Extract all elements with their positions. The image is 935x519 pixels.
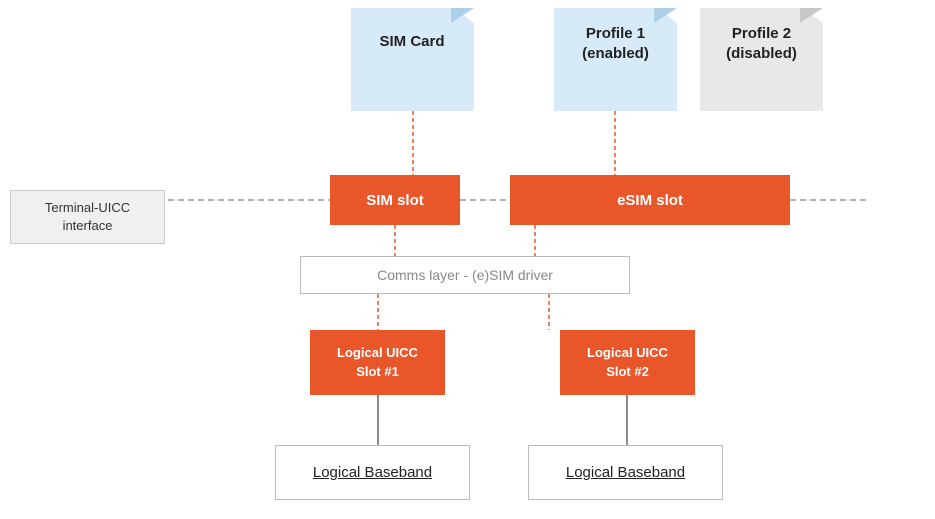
sim-slot-label: SIM slot bbox=[366, 192, 424, 209]
esim-slot-box: eSIM slot bbox=[510, 175, 790, 225]
esim-slot-label: eSIM slot bbox=[617, 192, 683, 209]
logical-baseband1-box: Logical Baseband bbox=[275, 445, 470, 500]
logical-uicc-slot2-box: Logical UICCSlot #2 bbox=[560, 330, 695, 395]
sim-slot-box: SIM slot bbox=[330, 175, 460, 225]
profile1-corner bbox=[654, 8, 677, 23]
terminal-uicc-text: Terminal-UICC interface bbox=[45, 200, 130, 233]
terminal-uicc-label: Terminal-UICC interface bbox=[10, 190, 165, 244]
logical-uicc-slot1-box: Logical UICCSlot #1 bbox=[310, 330, 445, 395]
comms-layer-box: Comms layer - (e)SIM driver bbox=[300, 256, 630, 294]
sim-card-box bbox=[351, 8, 474, 111]
profile2-corner bbox=[800, 8, 823, 23]
comms-layer-label: Comms layer - (e)SIM driver bbox=[377, 267, 553, 283]
logical-uicc-slot1-label: Logical UICCSlot #1 bbox=[337, 344, 418, 380]
logical-baseband1-label: Logical Baseband bbox=[313, 464, 432, 481]
logical-baseband2-label: Logical Baseband bbox=[566, 464, 685, 481]
logical-baseband2-box: Logical Baseband bbox=[528, 445, 723, 500]
profile1-label: Profile 1(enabled) bbox=[558, 24, 673, 63]
diagram: SIM Card Profile 1(enabled) Profile 2(di… bbox=[0, 0, 935, 519]
profile2-label: Profile 2(disabled) bbox=[704, 24, 819, 63]
sim-card-label: SIM Card bbox=[357, 32, 467, 52]
sim-card-corner bbox=[451, 8, 474, 23]
logical-uicc-slot2-label: Logical UICCSlot #2 bbox=[587, 344, 668, 380]
